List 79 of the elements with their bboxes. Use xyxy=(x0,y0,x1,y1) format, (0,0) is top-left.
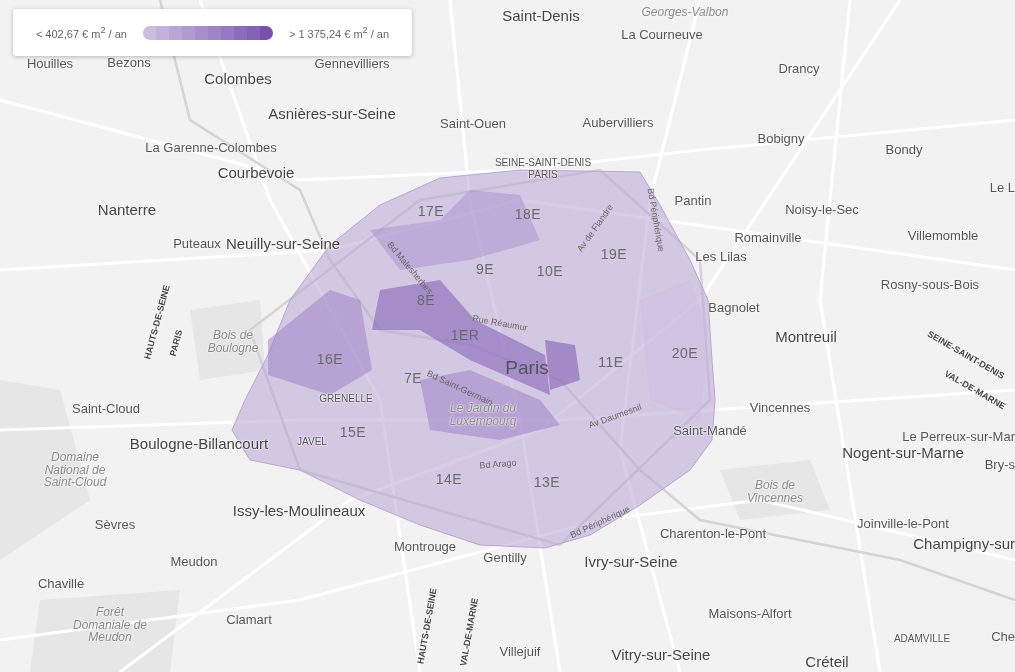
district-label: 20E xyxy=(671,345,699,361)
district-label: 16E xyxy=(316,351,344,367)
place-label: Aubervilliers xyxy=(582,114,654,130)
park-label: Bois de Boulogne xyxy=(206,329,260,355)
place-label: Romainville xyxy=(734,229,802,245)
place-label: Sèvres xyxy=(94,516,136,532)
district-label: 13E xyxy=(533,474,561,490)
district-label: 17E xyxy=(417,203,445,219)
district-label: 15E xyxy=(339,424,367,440)
district-label: 11E xyxy=(598,354,624,370)
place-label: Bagnolet xyxy=(708,299,760,315)
district-label: 18E xyxy=(514,206,542,222)
place-label: Le L xyxy=(989,179,1015,195)
district-label: SEINE-SAINT-DENIS xyxy=(494,156,592,168)
place-label: Bezons xyxy=(107,54,151,70)
place-label: Maisons-Alfort xyxy=(708,605,792,621)
place-label: Issy-les-Moulineaux xyxy=(232,501,366,519)
place-label: Boulogne-Billancourt xyxy=(129,434,269,452)
place-label: Ivry-sur-Seine xyxy=(584,552,678,570)
district-label: GRENELLE xyxy=(319,392,373,404)
place-label: Noisy-le-Sec xyxy=(785,201,859,217)
district-label: 14E xyxy=(435,471,463,487)
legend-min-label: < 402,67 € m$^{2}$ / an xyxy=(35,25,127,40)
region-label: PARIS xyxy=(167,328,185,358)
place-label: Champigny-sur xyxy=(913,534,1015,552)
street-label: Bd Périphérique xyxy=(645,187,667,253)
place-label: Villemomble xyxy=(907,227,979,243)
place-label: La Courneuve xyxy=(621,26,703,42)
district-label: 1ER xyxy=(450,327,480,343)
place-label: Créteil xyxy=(805,652,849,670)
place-label: Montrouge xyxy=(393,538,457,554)
district-label: 10E xyxy=(536,263,564,279)
place-label: Che xyxy=(991,628,1015,644)
place-label: Courbevoie xyxy=(217,163,295,181)
place-label: Le Perreux-sur-Mar xyxy=(902,428,1015,444)
place-label: Montreuil xyxy=(775,327,837,345)
place-label: La Garenne-Colombes xyxy=(145,139,277,155)
place-label: Saint-Denis xyxy=(502,6,580,24)
place-label: Houilles xyxy=(26,55,74,71)
place-label: Bobigny xyxy=(757,130,805,146)
place-label: Saint-Cloud xyxy=(72,400,140,416)
place-label: Saint-Mandé xyxy=(673,422,747,438)
district-label: 7E xyxy=(403,370,423,386)
place-label: Les Lilas xyxy=(695,248,747,264)
place-label: Gennevilliers xyxy=(314,55,390,71)
place-label: Nanterre xyxy=(97,200,157,218)
park-label: Bois de Vincennes xyxy=(746,479,804,505)
district-label: PARIS xyxy=(528,168,558,180)
place-label: Bry-s xyxy=(984,456,1015,472)
place-label: Asnières-sur-Seine xyxy=(268,104,396,122)
place-label: Vitry-sur-Seine xyxy=(611,645,711,663)
park-label: Forêt Domaniale de Meudon xyxy=(71,606,148,644)
choropleth-map-drawing[interactable] xyxy=(0,0,1015,672)
legend-max-label: > 1 375,24 € m$^{2}$ / an xyxy=(288,25,390,40)
district-label: JAVEL xyxy=(297,435,327,447)
place-label: Colombes xyxy=(204,69,272,87)
district-label: 19E xyxy=(600,246,628,262)
place-label: Meudon xyxy=(170,553,218,569)
park-label: Georges-Valbon xyxy=(641,5,729,19)
place-label: Bondy xyxy=(885,141,923,157)
place-label: Nogent-sur-Marne xyxy=(842,443,964,461)
place-label: Drancy xyxy=(778,60,820,76)
place-label: Saint-Ouen xyxy=(440,115,506,131)
district-label: 9E xyxy=(475,261,495,277)
place-label: Joinville-le-Pont xyxy=(857,515,949,531)
place-label: Gentilly xyxy=(483,549,527,565)
place-label: Rosny-sous-Bois xyxy=(880,276,980,292)
place-label: Clamart xyxy=(226,611,272,627)
park-label: Domaine National de Saint-Cloud xyxy=(42,451,108,489)
place-label: Neuilly-sur-Seine xyxy=(225,234,341,252)
city-label: Paris xyxy=(505,357,549,379)
place-label: Chaville xyxy=(37,575,85,591)
district-label: ADAMVILLE xyxy=(893,632,951,644)
place-label: Puteaux xyxy=(173,235,221,251)
place-label: Vincennes xyxy=(749,399,811,415)
place-label: Charenton-le-Pont xyxy=(659,525,767,541)
street-label: Bd Arago xyxy=(479,457,517,471)
place-label: Villejuif xyxy=(499,643,541,659)
place-label: Pantin xyxy=(674,192,712,208)
